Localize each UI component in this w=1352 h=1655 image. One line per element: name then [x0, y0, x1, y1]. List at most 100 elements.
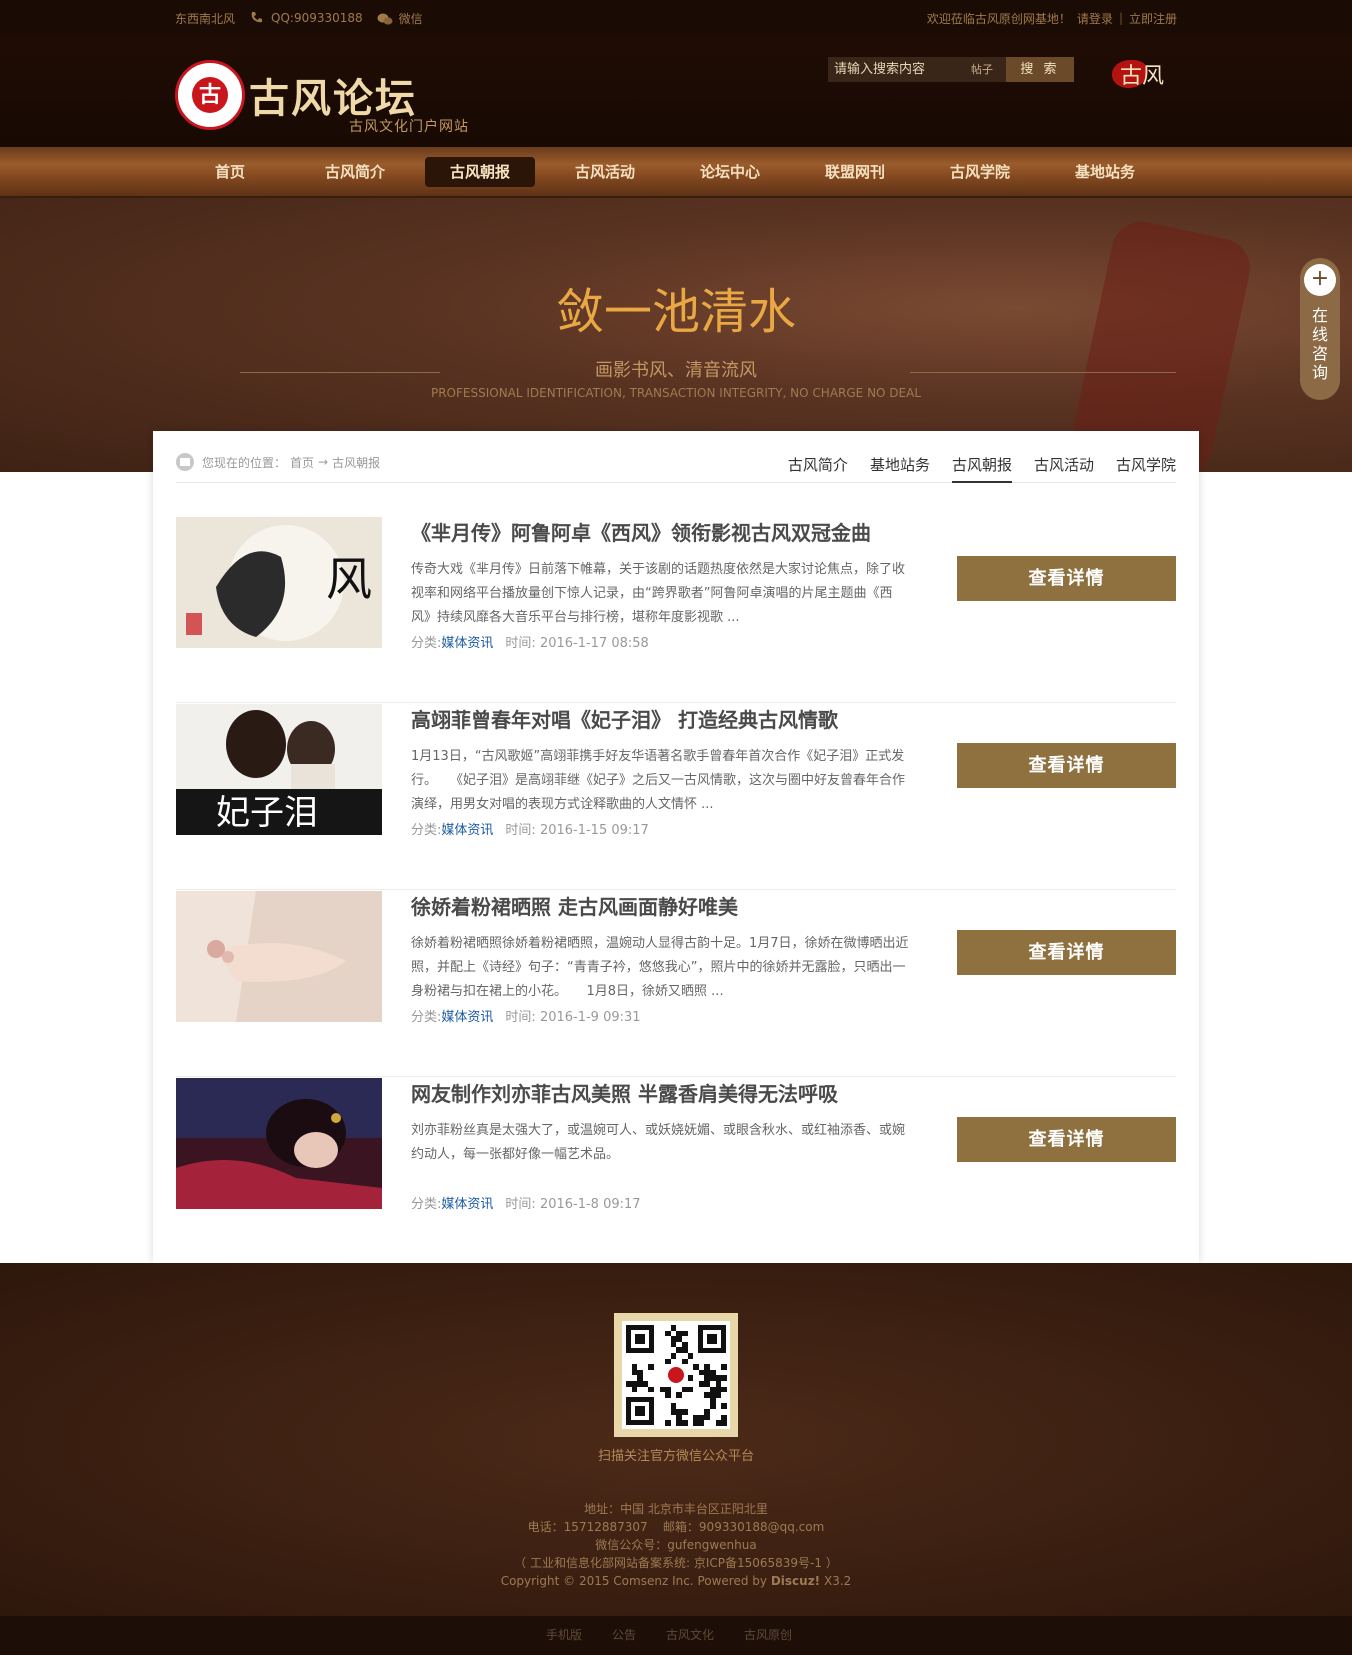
consult-label: 在线咨询 [1311, 306, 1328, 382]
view-details-button[interactable]: 查看详情 [957, 743, 1176, 788]
breadcrumb: 您现在的位置： 首页 → 古风朝报 [176, 453, 384, 471]
brand-mark: 古风 [1112, 58, 1174, 90]
qr-eye [626, 1325, 654, 1353]
category-label: 分类: [411, 823, 442, 838]
tab-item[interactable]: 古风活动 [1034, 453, 1094, 483]
tab-item[interactable]: 古风朝报 [951, 453, 1012, 483]
article-title[interactable]: 《芈月传》阿鲁阿卓《西风》领衔影视古风双冠金曲 [411, 517, 871, 546]
nav-item[interactable]: 首页 [175, 157, 285, 187]
wechat-link[interactable]: 微信 [377, 10, 423, 27]
nav-item[interactable]: 古风活动 [550, 157, 660, 187]
qr-module [698, 1420, 705, 1426]
top-bar: 东西南北风 QQ:909330188 微信 欢迎莅临古风原创网基地！ 请登录 |… [0, 0, 1352, 36]
nav-item[interactable]: 古风学院 [925, 157, 1035, 187]
online-consult-button[interactable]: + 在线咨询 [1300, 258, 1340, 400]
logo-seal-icon: 古 [175, 60, 245, 130]
footer-email: 邮箱：909330188@qq.com [662, 1520, 825, 1534]
qr-module [665, 1420, 671, 1426]
qr-logo-icon [666, 1365, 686, 1385]
footer-info: 地址：中国 北京市丰台区正阳北里 电话：15712887307 邮箱：90933… [0, 1500, 1352, 1590]
search-input[interactable] [828, 57, 958, 82]
article-summary: 1月13日，“古风歌姬”高翊菲携手好友华语著名歌手曾春年首次合作《妃子泪》正式发… [411, 749, 906, 812]
view-details-button[interactable]: 查看详情 [957, 1117, 1176, 1162]
footer-icp[interactable]: （ 工业和信息化部网站备案系统: 京ICP备15065839号-1 ） [0, 1554, 1352, 1572]
wechat-icon [377, 13, 393, 25]
article-meta: 分类:媒体资讯 时间: 2016-1-17 08:58 [411, 632, 649, 651]
article-time: 2016-1-17 08:58 [539, 636, 649, 651]
svg-text:妃子泪: 妃子泪 [216, 793, 318, 833]
article-summary: 传奇大戏《芈月传》日前落下帷幕，关于该剧的话题热度依然是大家讨论焦点，除了收视率… [411, 562, 906, 625]
article-item: 徐娇着粉裙晒照 走古风画面静好唯美 徐娇着粉裙晒照徐娇着粉裙晒照，温婉动人显得古韵… [176, 891, 1176, 1077]
nav-item[interactable]: 联盟网刊 [800, 157, 910, 187]
tab-item[interactable]: 古风学院 [1116, 453, 1176, 483]
logo-subtitle: 古风文化门户网站 [349, 119, 469, 135]
footer-wechat: 微信公众号：gufengwenhua [595, 1538, 757, 1552]
time-label: 时间: [505, 823, 536, 838]
article-title[interactable]: 徐娇着粉裙晒照 走古风画面静好唯美 [411, 891, 738, 920]
nav-item[interactable]: 古风简介 [300, 157, 410, 187]
article-title[interactable]: 网友制作刘亦菲古风美照 半露香肩美得无法呼吸 [411, 1078, 838, 1107]
article-thumbnail[interactable] [176, 891, 382, 1022]
article-thumbnail[interactable]: 风 [176, 517, 382, 648]
article-meta: 分类:媒体资讯 时间: 2016-1-8 09:17 [411, 1193, 641, 1212]
qr-module [687, 1386, 694, 1393]
category-link[interactable]: 媒体资讯 [441, 1197, 493, 1212]
qr-module [670, 1353, 677, 1359]
qq-info: QQ:909330188 [249, 11, 363, 26]
site-logo[interactable]: 古 古风论坛 古风文化门户网站 [175, 60, 475, 140]
article-summary: 刘亦菲粉丝真是太强大了，或温婉可人、或妖娆妩媚、或眼含秋水、或红袖添香、或婉约动… [411, 1123, 906, 1162]
category-label: 分类: [411, 636, 442, 651]
qq-number: QQ:909330188 [271, 10, 363, 25]
qr-caption: 扫描关注官方微信公众平台 [597, 1449, 754, 1464]
article-title[interactable]: 高翊菲曾春年对唱《妃子泪》 打造经典古风情歌 [411, 704, 838, 733]
view-details-button[interactable]: 查看详情 [957, 556, 1176, 601]
bottom-link[interactable]: 古风文化 [666, 1616, 714, 1655]
search-box: 帖子 搜 索 [828, 57, 1086, 82]
qr-module [721, 1420, 727, 1426]
discuz-link[interactable]: Discuz! [771, 1574, 820, 1588]
category-link[interactable]: 媒体资讯 [441, 1010, 493, 1025]
category-link[interactable]: 媒体资讯 [441, 636, 493, 651]
article-meta: 分类:媒体资讯 时间: 2016-1-15 09:17 [411, 819, 649, 838]
search-button[interactable]: 搜 索 [1006, 57, 1074, 82]
article-item: 风 《芈月传》阿鲁阿卓《西风》领衔影视古风双冠金曲传奇大戏《芈月传》日前落下帷幕，… [176, 517, 1176, 703]
article-time: 2016-1-8 09:17 [539, 1197, 641, 1212]
tab-item[interactable]: 古风简介 [788, 453, 848, 483]
nav-item[interactable]: 古风朝报 [425, 157, 535, 187]
footer-contact: 电话：15712887307 邮箱：909330188@qq.com [0, 1518, 1352, 1536]
bottom-links-bar: 手机版 公告 古风文化 古风原创 [0, 1616, 1352, 1655]
register-link[interactable]: 立即注册 [1129, 10, 1177, 27]
category-link[interactable]: 媒体资讯 [441, 823, 493, 838]
header: 古 古风论坛 古风文化门户网站 帖子 搜 索 古风 [0, 36, 1352, 147]
bottom-link[interactable]: 手机版 [546, 1616, 582, 1655]
view-details-button[interactable]: 查看详情 [957, 930, 1176, 975]
bottom-link[interactable]: 古风原创 [744, 1616, 792, 1655]
breadcrumb-home[interactable]: 首页 [290, 454, 314, 471]
welcome-text: 欢迎莅临古风原创网基地！ [926, 11, 1071, 26]
banner-title: 敛一池清水 [555, 284, 796, 340]
qr-module [648, 1386, 654, 1393]
article-item: 网友制作刘亦菲古风美照 半露香肩美得无法呼吸刘亦菲粉丝真是太强大了，或温婉可人、… [176, 1078, 1176, 1264]
qr-module [682, 1409, 688, 1415]
article-thumbnail[interactable] [176, 1078, 382, 1209]
wechat-qr-code [622, 1321, 730, 1429]
category-tabs: 古风简介 基地站务 古风朝报 古风活动 古风学院 [788, 453, 1176, 483]
nav-item[interactable]: 基地站务 [1050, 157, 1160, 187]
article-thumbnail[interactable]: 妃子泪 [176, 704, 382, 835]
login-link[interactable]: 请登录 [1077, 10, 1113, 27]
qr-module [665, 1358, 671, 1365]
breadcrumb-current[interactable]: 古风朝报 [332, 454, 380, 471]
qr-module [682, 1420, 688, 1426]
content-panel: 您现在的位置： 首页 → 古风朝报 古风简介 基地站务 古风朝报 古风活动 古风学院 风… [153, 431, 1199, 1264]
banner-subtitle: 画影书风、清音流风 [595, 360, 757, 381]
nav-item[interactable]: 论坛中心 [675, 157, 785, 187]
tab-item[interactable]: 基地站务 [870, 453, 930, 483]
plus-icon: + [1304, 264, 1336, 296]
qr-module [631, 1386, 638, 1393]
qr-module [715, 1392, 722, 1398]
search-type-select[interactable]: 帖子 [958, 57, 1006, 82]
home-icon[interactable] [176, 453, 194, 471]
qr-module [648, 1364, 654, 1370]
bottom-link[interactable]: 公告 [612, 1616, 636, 1655]
footer-address: 地址：中国 北京市丰台区正阳北里 [584, 1502, 768, 1516]
